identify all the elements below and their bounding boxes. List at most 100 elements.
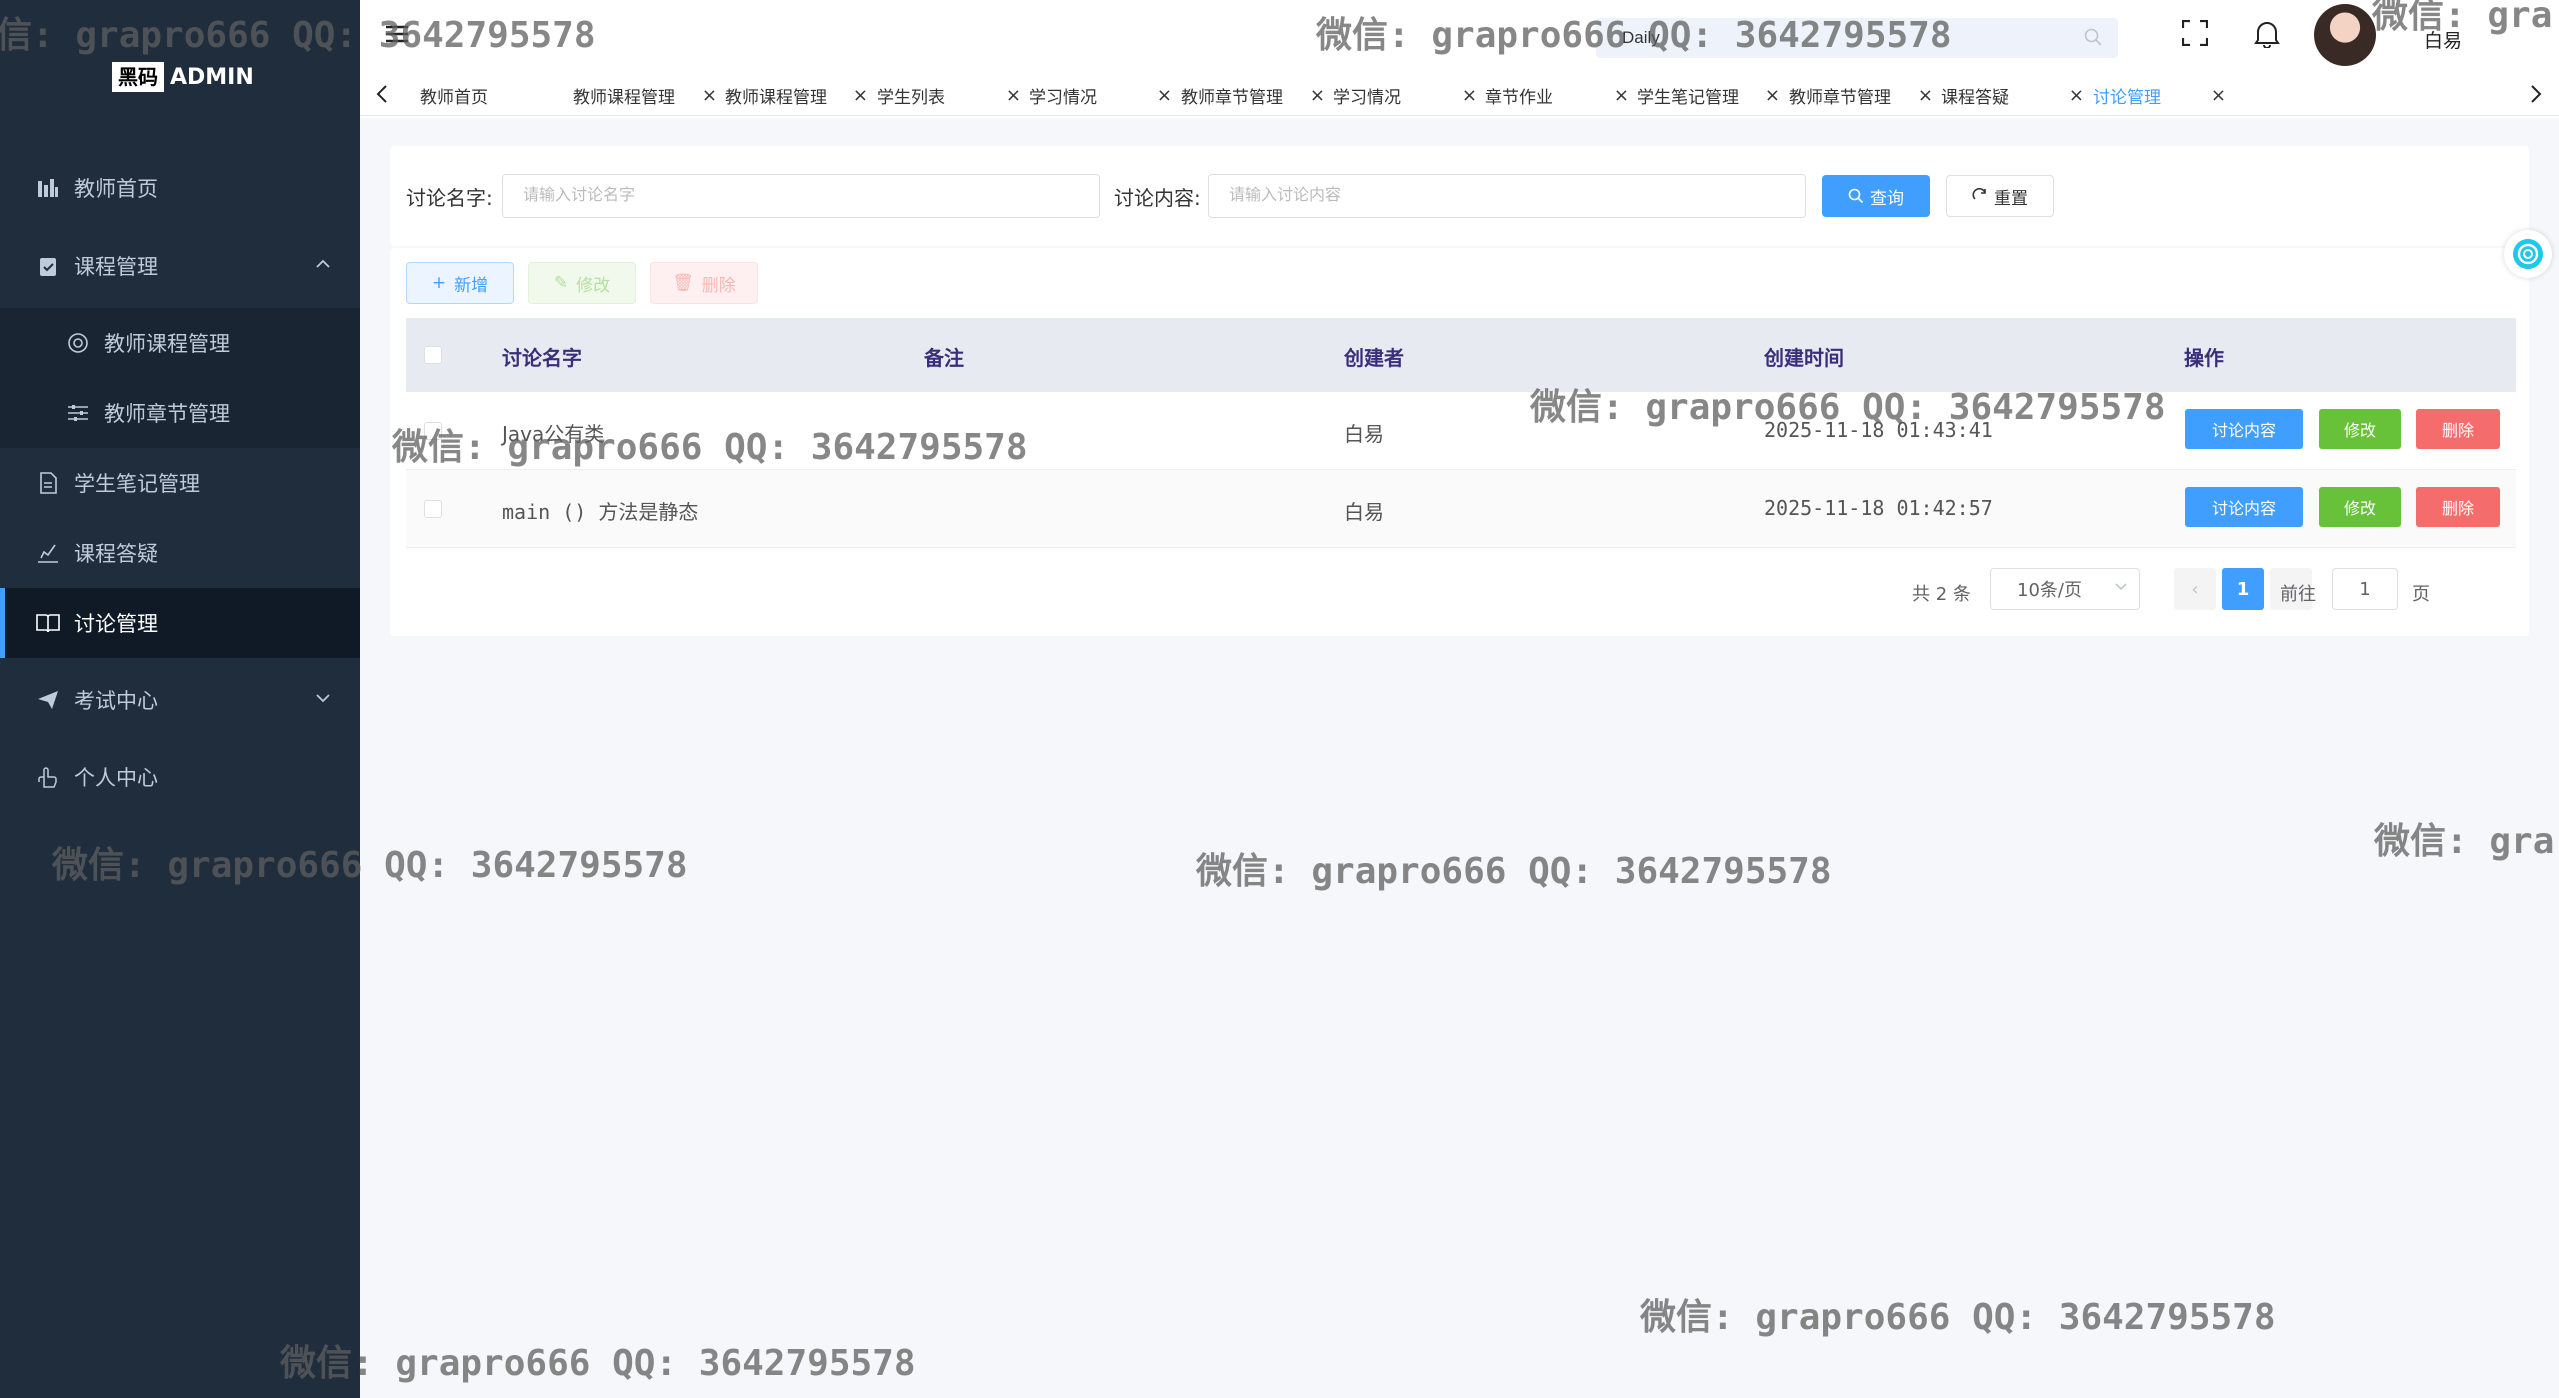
row-edit-button[interactable]: 修改: [2319, 487, 2401, 527]
close-icon[interactable]: ×: [1918, 85, 1933, 106]
settings-gear-icon[interactable]: [2504, 230, 2552, 278]
close-icon[interactable]: ×: [1157, 85, 1172, 106]
close-icon[interactable]: ×: [853, 85, 868, 106]
column-header-actions: 操作: [2184, 346, 2224, 370]
edit-button[interactable]: ✎ 修改: [528, 262, 636, 304]
query-button[interactable]: 查询: [1822, 175, 1930, 217]
avatar[interactable]: [2314, 4, 2376, 66]
close-icon[interactable]: ×: [2211, 85, 2226, 106]
add-button[interactable]: + 新增: [406, 262, 514, 304]
cell-name: main () 方法是静态: [502, 500, 699, 524]
close-icon[interactable]: ×: [1765, 85, 1780, 106]
tab-label: 教师章节管理: [1181, 87, 1283, 108]
refresh-icon: [1972, 188, 1988, 204]
tab-discussion-management[interactable]: 讨论管理 ×: [2093, 78, 2226, 112]
tab-student-notes[interactable]: 学生笔记管理 ×: [1637, 78, 1780, 112]
tabs-scroll-right-icon[interactable]: [2530, 84, 2542, 108]
global-search-input[interactable]: [1596, 18, 2036, 58]
tab-learning-status-1[interactable]: 学习情况 ×: [1029, 78, 1172, 112]
content-filter-input[interactable]: [1209, 175, 1805, 217]
book-icon: [36, 611, 60, 635]
chevron-down-icon: [316, 684, 330, 708]
hamburger-icon[interactable]: [386, 24, 408, 48]
tab-learning-status-2[interactable]: 学习情况 ×: [1333, 78, 1477, 112]
tab-label: 讨论管理: [2093, 87, 2161, 108]
delete-button[interactable]: 🗑 删除: [650, 262, 758, 304]
send-icon: [36, 688, 60, 712]
tab-teacher-course-2[interactable]: 教师课程管理 ×: [725, 78, 868, 112]
table-header: 讨论名字 备注 创建者 创建时间 操作: [406, 318, 2516, 392]
tab-label: 教师课程管理: [725, 87, 827, 108]
plus-icon: +: [431, 273, 447, 293]
select-all-checkbox[interactable]: [424, 346, 442, 364]
close-icon[interactable]: ×: [1614, 85, 1629, 106]
sidebar-item-label: 课程管理: [74, 255, 158, 279]
content-filter-field[interactable]: [1208, 174, 1806, 218]
tab-student-list[interactable]: 学生列表 ×: [877, 78, 1021, 112]
logo: 黑码 ADMIN: [112, 60, 254, 94]
prev-page-button[interactable]: ‹: [2174, 568, 2216, 610]
tab-teacher-chapter-1[interactable]: 教师章节管理 ×: [1181, 78, 1325, 112]
view-content-button[interactable]: 讨论内容: [2185, 409, 2303, 449]
tabs-scroll-left-icon[interactable]: [376, 84, 388, 108]
sidebar-item-discussion-management[interactable]: 讨论管理: [0, 588, 360, 658]
sidebar-item-personal-center[interactable]: 个人中心: [0, 742, 360, 812]
tab-teacher-home[interactable]: 教师首页: [420, 78, 500, 112]
goto-text: 前往: [2280, 584, 2316, 605]
sidebar-item-course-management[interactable]: 课程管理: [0, 224, 360, 308]
sidebar-item-label: 个人中心: [74, 766, 158, 790]
sidebar-item-label: 教师课程管理: [104, 332, 230, 356]
hand-icon: [36, 765, 60, 789]
tab-teacher-chapter-2[interactable]: 教师章节管理 ×: [1789, 78, 1933, 112]
sidebar-subitem-teacher-course[interactable]: 教师课程管理: [0, 308, 360, 378]
page-number-button[interactable]: 1: [2222, 568, 2264, 610]
row-delete-button[interactable]: 删除: [2416, 487, 2500, 527]
sidebar-item-teacher-home[interactable]: 教师首页: [0, 152, 360, 224]
column-header-name[interactable]: 讨论名字: [502, 342, 582, 371]
sidebar-subitem-teacher-chapter[interactable]: 教师章节管理: [0, 378, 360, 448]
pagination-total: 共 2 条: [1912, 584, 1971, 605]
table-row[interactable]: main () 方法是静态 白易 2025-11-18 01:42:57 讨论内…: [406, 470, 2516, 548]
page-size-select[interactable]: 10条/页: [1990, 568, 2140, 610]
search-icon[interactable]: [2084, 28, 2102, 50]
sidebar-item-label: 课程答疑: [74, 542, 158, 566]
tab-chapter-homework[interactable]: 章节作业 ×: [1485, 78, 1629, 112]
column-header-remark[interactable]: 备注: [924, 342, 964, 371]
page-suffix: 页: [2412, 584, 2430, 605]
close-icon[interactable]: ×: [2069, 85, 2084, 106]
close-icon[interactable]: ×: [702, 85, 717, 106]
tab-course-qa[interactable]: 课程答疑 ×: [1941, 78, 2084, 112]
row-checkbox[interactable]: [424, 422, 442, 440]
tab-label: 学生列表: [877, 87, 945, 108]
column-header-created-time[interactable]: 创建时间: [1764, 342, 1844, 371]
goto-page-input[interactable]: 1: [2332, 568, 2398, 610]
edit-icon: ✎: [553, 273, 569, 293]
document-icon: [36, 471, 60, 495]
view-content-button[interactable]: 讨论内容: [2185, 487, 2303, 527]
sidebar-item-course-qa[interactable]: 课程答疑: [0, 518, 360, 588]
row-delete-button[interactable]: 删除: [2416, 409, 2500, 449]
cell-name: Java公有类: [502, 422, 605, 446]
name-filter-field[interactable]: [502, 174, 1100, 218]
sidebar-item-student-notes[interactable]: 学生笔记管理: [0, 448, 360, 518]
name-filter-input[interactable]: [503, 175, 1099, 217]
global-search[interactable]: [1596, 18, 2118, 58]
cell-created-time: 2025-11-18 01:43:41: [1764, 418, 1993, 442]
tab-teacher-course-1[interactable]: 教师课程管理 ×: [573, 78, 717, 112]
cell-created-time: 2025-11-18 01:42:57: [1764, 496, 1993, 520]
sidebar-item-exam-center[interactable]: 考试中心: [0, 658, 360, 742]
username[interactable]: 白易: [2424, 26, 2462, 53]
column-header-creator[interactable]: 创建者: [1344, 342, 1404, 371]
tab-label: 学习情况: [1029, 87, 1097, 108]
close-icon[interactable]: ×: [1462, 85, 1477, 106]
reset-button[interactable]: 重置: [1946, 175, 2054, 217]
row-checkbox[interactable]: [424, 500, 442, 518]
sidebar-item-label: 教师章节管理: [104, 402, 230, 426]
chart-icon: [36, 176, 60, 200]
fullscreen-icon[interactable]: [2181, 19, 2209, 50]
table-row[interactable]: Java公有类 白易 2025-11-18 01:43:41 讨论内容 修改 删…: [406, 392, 2516, 470]
row-edit-button[interactable]: 修改: [2319, 409, 2401, 449]
close-icon[interactable]: ×: [1006, 85, 1021, 106]
close-icon[interactable]: ×: [1310, 85, 1325, 106]
bell-icon[interactable]: [2254, 20, 2280, 52]
